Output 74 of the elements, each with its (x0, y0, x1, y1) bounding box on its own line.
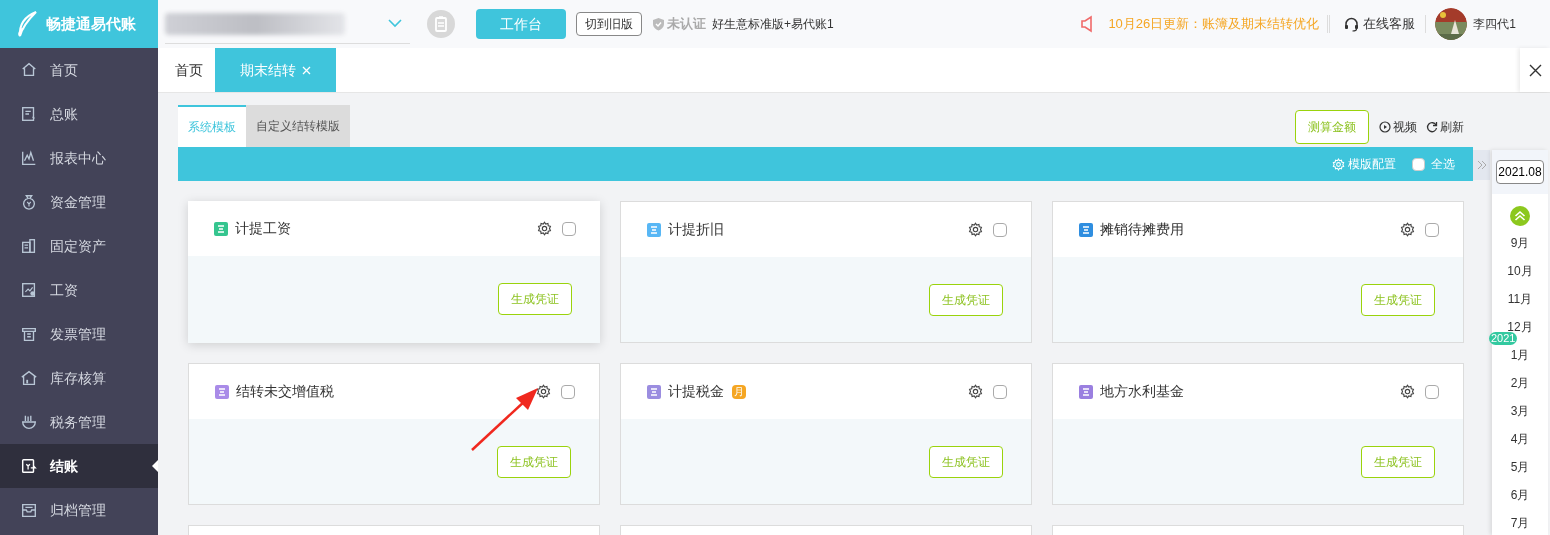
settings-icon[interactable] (1400, 384, 1415, 399)
month-item[interactable]: 6月 (1510, 486, 1530, 504)
settings-icon[interactable] (536, 384, 551, 399)
menu-item-icon (20, 193, 38, 211)
settings-icon (1332, 157, 1345, 171)
logo-text: 畅捷通易代账 (46, 13, 136, 34)
template-tab[interactable]: 自定义结转模版 (246, 105, 350, 147)
sidebar-item[interactable]: 首页 (0, 48, 158, 92)
card-checkbox[interactable] (562, 221, 576, 236)
month-item[interactable]: 1月 (1510, 346, 1530, 364)
online-support-link[interactable]: 在线客服 (1363, 14, 1416, 34)
clipboard-icon[interactable] (427, 10, 455, 38)
menu-item-icon (20, 413, 38, 431)
refresh-link[interactable]: 刷新 (1426, 118, 1464, 136)
refresh-icon (1426, 121, 1438, 133)
switch-version-button[interactable]: 切到旧版 (576, 12, 642, 36)
card-title: 摊销待摊费用 (1100, 220, 1184, 239)
card-checkbox[interactable] (993, 384, 1007, 399)
menu-item-icon (20, 325, 38, 343)
card-title: 计提税金 (668, 382, 724, 401)
card-title: 计提折旧 (668, 220, 724, 239)
expand-handle[interactable] (1473, 150, 1490, 180)
sidebar-item[interactable]: 税务管理 (0, 400, 158, 444)
settings-icon[interactable] (968, 222, 983, 237)
month-item[interactable]: 10月 (1507, 262, 1533, 280)
sidebar-item[interactable]: 资金管理 (0, 180, 158, 224)
month-item[interactable]: 3月 (1510, 402, 1530, 420)
card-checkbox[interactable] (1425, 222, 1439, 237)
menu-item-icon (20, 281, 38, 299)
edition-label: 好生意标准版+易代账1 (712, 16, 834, 33)
card-title: 结转未交增值税 (236, 382, 334, 401)
card-title: 计提工资 (235, 219, 291, 238)
sidebar-item[interactable]: 归档管理 (0, 488, 158, 532)
month-item[interactable]: 5月 (1510, 458, 1530, 476)
play-icon (1379, 121, 1391, 133)
sidebar-item[interactable]: 结账 (0, 444, 158, 488)
feather-logo-icon (16, 10, 38, 38)
sidebar-item[interactable]: 固定资产 (0, 224, 158, 268)
menu-item-icon (20, 457, 38, 475)
menu-item-icon (20, 369, 38, 387)
month-item[interactable]: 4月 (1510, 430, 1530, 448)
sidebar-item[interactable]: 总账 (0, 92, 158, 136)
period-badge: 月 (732, 384, 746, 399)
select-all-checkbox[interactable] (1412, 157, 1425, 171)
sidebar-item[interactable]: 发票管理 (0, 312, 158, 356)
settings-icon[interactable] (537, 221, 552, 236)
menu-item-icon (20, 149, 38, 167)
settings-icon[interactable] (968, 384, 983, 399)
menu-item-icon (20, 501, 38, 519)
page-tab[interactable]: 首页 (163, 48, 215, 92)
close-icon[interactable] (1528, 63, 1542, 77)
sidebar-item[interactable]: 库存核算 (0, 356, 158, 400)
certification-status: 未认证 (667, 15, 706, 34)
headset-icon (1344, 16, 1360, 32)
month-item[interactable]: 2月 (1510, 374, 1530, 392)
card-checkbox[interactable] (1425, 384, 1439, 399)
shield-icon (652, 17, 665, 31)
year-badge: 2021 (1489, 332, 1518, 345)
menu-item-icon (20, 61, 38, 79)
user-name[interactable]: 李四代1 (1473, 15, 1516, 33)
sidebar-item[interactable]: 工资 (0, 268, 158, 312)
sidebar-item[interactable]: 报表中心 (0, 136, 158, 180)
chevron-up-icon[interactable] (1510, 206, 1530, 226)
video-link[interactable]: 视频 (1379, 118, 1417, 136)
card-title: 地方水利基金 (1100, 382, 1184, 401)
chevron-down-icon (388, 19, 402, 28)
menu-item-icon (20, 237, 38, 255)
month-item[interactable]: 9月 (1510, 234, 1530, 252)
card-checkbox[interactable] (561, 384, 575, 399)
settings-icon[interactable] (1400, 222, 1415, 237)
period-field[interactable]: 2021.08 (1496, 160, 1544, 184)
month-item[interactable]: 7月 (1510, 514, 1530, 532)
month-item[interactable]: 11月 (1507, 290, 1533, 308)
card-checkbox[interactable] (993, 222, 1007, 237)
